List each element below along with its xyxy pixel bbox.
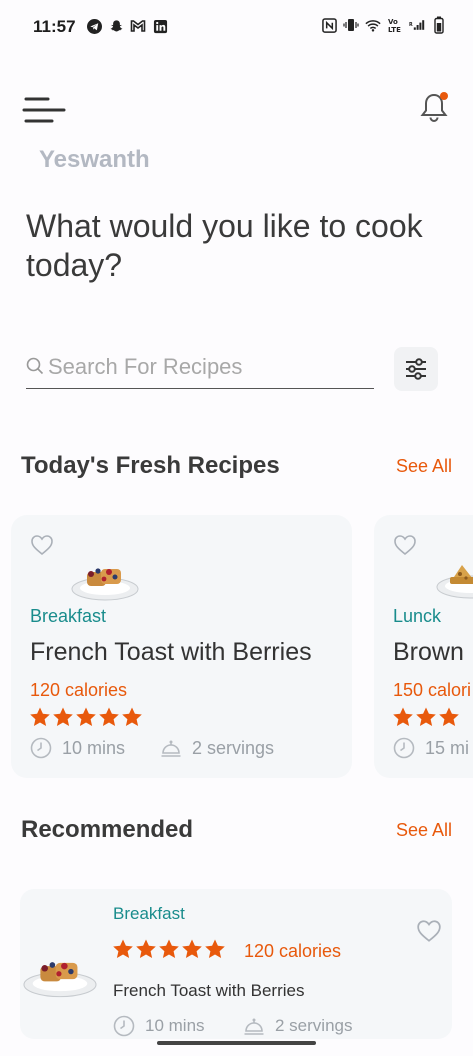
wifi-icon	[365, 17, 381, 33]
vibrate-icon	[343, 17, 359, 33]
svg-text:Vo: Vo	[388, 18, 398, 26]
recipe-category: Breakfast	[113, 904, 185, 923]
recipe-time-text: 10 mins	[62, 737, 126, 758]
recipe-calories: 120 calories	[30, 680, 128, 700]
search-icon	[26, 357, 44, 375]
search-bar[interactable]	[26, 348, 374, 389]
recipe-title: French Toast with Berries	[30, 638, 312, 666]
recipe-time-text: 15 mi	[425, 737, 470, 758]
clock-icon	[393, 737, 415, 759]
fresh-recipes-title: Today's Fresh Recipes	[21, 452, 280, 479]
recipe-calories: 120 calories	[244, 941, 342, 961]
recipe-servings: 2 servings	[160, 737, 274, 759]
username: Yeswanth	[39, 146, 150, 173]
recipe-title: French Toast with Berries	[113, 981, 305, 1000]
clock-icon	[113, 1015, 135, 1037]
status-system-icons: Vo LTE R	[321, 16, 447, 34]
star-icon	[205, 939, 225, 958]
fresh-see-all-link[interactable]: See All	[396, 456, 452, 477]
star-icon	[122, 707, 142, 726]
recommended-see-all-link[interactable]: See All	[396, 820, 452, 841]
battery-icon	[431, 16, 447, 34]
star-icon	[393, 707, 413, 726]
star-icon	[53, 707, 73, 726]
svg-text:R: R	[409, 22, 413, 28]
home-indicator[interactable]	[157, 1041, 316, 1045]
rating-stars	[392, 706, 460, 728]
recipe-time: 15 mi	[393, 737, 469, 759]
recommended-title: Recommended	[21, 816, 194, 843]
signal-icon: R	[409, 17, 425, 33]
heart-icon[interactable]	[416, 919, 442, 943]
star-icon	[99, 707, 119, 726]
recipe-time: 10 mins	[30, 737, 125, 759]
recipe-calories: 150 calori	[393, 680, 472, 700]
star-icon	[416, 707, 436, 726]
recipe-card[interactable]: Breakfast French Toast with Berries 120 …	[11, 515, 352, 778]
svg-text:LTE: LTE	[388, 26, 401, 33]
star-icon	[182, 939, 202, 958]
page-headline: What would you like to cook today?	[26, 208, 423, 283]
rating-stars	[112, 938, 226, 960]
recipe-card[interactable]: Lunck Brown 150 calori 15 mi	[374, 515, 473, 778]
star-icon	[76, 707, 96, 726]
volte-icon: Vo LTE	[387, 17, 403, 33]
star-icon	[30, 707, 50, 726]
filter-button[interactable]	[394, 347, 438, 391]
serving-bell-icon	[161, 740, 181, 757]
recipe-servings: 2 servings	[243, 1015, 352, 1037]
search-input[interactable]	[48, 350, 368, 384]
snapchat-icon	[108, 18, 124, 34]
gmail-icon	[130, 18, 146, 34]
linkedin-icon	[152, 18, 168, 34]
bell-icon[interactable]	[418, 90, 450, 124]
recipe-category: Lunck	[393, 606, 442, 626]
recipe-category: Breakfast	[30, 606, 107, 626]
sliders-icon[interactable]	[403, 356, 429, 382]
recipe-servings-text: 2 servings	[192, 737, 275, 758]
recipe-time-text: 10 mins	[145, 1016, 205, 1035]
star-icon	[113, 939, 133, 958]
rating-stars	[29, 706, 143, 728]
recipe-time: 10 mins	[113, 1015, 205, 1037]
menu-button[interactable]	[22, 94, 66, 128]
recipe-image	[23, 962, 97, 998]
star-icon	[159, 939, 179, 958]
status-time: 11:57	[33, 17, 76, 36]
serving-bell-icon	[244, 1018, 264, 1035]
recipe-servings-text: 2 servings	[275, 1016, 353, 1035]
nfc-icon	[321, 17, 337, 33]
clock-icon	[30, 737, 52, 759]
recipe-image	[436, 565, 473, 599]
star-icon	[136, 939, 156, 958]
telegram-icon	[86, 18, 102, 34]
star-icon	[439, 707, 459, 726]
status-notification-icons	[86, 18, 168, 34]
recommended-item[interactable]: Breakfast 120 calories French Toast with…	[20, 889, 452, 1039]
recipe-image	[71, 568, 139, 601]
notification-button[interactable]	[418, 90, 450, 124]
notification-dot	[440, 92, 448, 100]
status-bar: 11:57 Vo LTE R	[0, 0, 473, 56]
heart-icon[interactable]	[393, 534, 417, 556]
heart-icon[interactable]	[30, 534, 54, 556]
recipe-title: Brown	[393, 638, 464, 666]
hamburger-menu-icon[interactable]	[22, 94, 66, 128]
